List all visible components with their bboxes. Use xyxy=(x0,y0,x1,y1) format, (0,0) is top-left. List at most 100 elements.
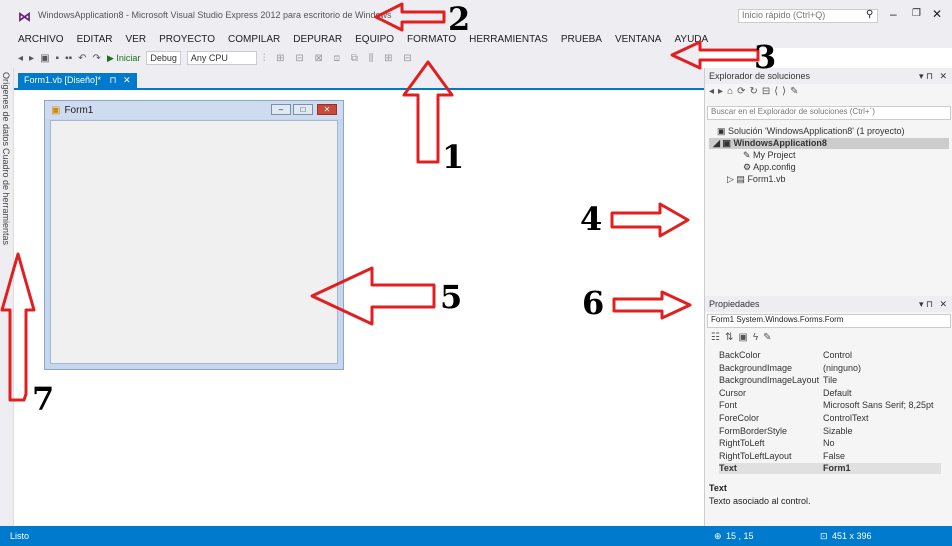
tab-data-sources[interactable]: Orígenes de datos xyxy=(1,72,11,146)
cursor-position: 15 , 15 xyxy=(726,531,754,541)
solution-search-input[interactable]: Buscar en el Explorador de soluciones (C… xyxy=(707,106,951,120)
form-minimize-icon[interactable]: – xyxy=(271,104,291,115)
property-value[interactable]: Default xyxy=(823,388,852,398)
search-icon[interactable]: ⚲ xyxy=(866,9,873,20)
form-maximize-icon[interactable]: □ xyxy=(293,104,313,115)
property-name: RightToLeftLayout xyxy=(719,450,792,461)
menu-depurar[interactable]: DEPURAR xyxy=(293,34,342,45)
view-code-icon[interactable]: ⟨⟩ xyxy=(774,86,790,97)
sync-icon[interactable]: ⟳ xyxy=(737,86,749,97)
platform-dropdown[interactable]: Any CPU xyxy=(186,51,257,65)
maximize-button[interactable]: ❐ xyxy=(912,8,921,19)
property-row[interactable]: ForeColor ControlText xyxy=(719,413,941,424)
menu-proyecto[interactable]: PROYECTO xyxy=(159,34,215,45)
property-row[interactable]: BackgroundImage (ninguno) xyxy=(719,363,941,374)
undo-icon[interactable]: ↶ xyxy=(78,53,86,64)
property-row[interactable]: Cursor Default xyxy=(719,388,941,399)
pin-icon[interactable]: ⊓ xyxy=(110,75,117,85)
my-project-node[interactable]: ✎ My Project xyxy=(743,150,796,161)
collapse-icon[interactable]: ⊟ xyxy=(762,86,774,97)
solution-explorer-toolbar: ◂▸⌂⟳↻⊟⟨⟩✎ xyxy=(709,86,802,97)
property-row[interactable]: BackgroundImageLayout Tile xyxy=(719,375,941,386)
menu-ayuda[interactable]: AYUDA xyxy=(674,34,708,45)
property-row[interactable]: BackColor Control xyxy=(719,350,941,361)
property-value[interactable]: Control xyxy=(823,350,852,360)
property-value[interactable]: (ninguno) xyxy=(823,363,861,373)
pin-icon[interactable]: ▾ ⊓ xyxy=(919,299,933,310)
form1-label: Form1.vb xyxy=(747,174,786,184)
project-node[interactable]: ◢ ▣ WindowsApplication8 xyxy=(709,138,949,149)
property-value[interactable]: Tile xyxy=(823,375,837,385)
config-dropdown[interactable]: Debug xyxy=(146,51,181,65)
menu-ver[interactable]: VER xyxy=(126,34,147,45)
solution-node[interactable]: ▣ Solución 'WindowsApplication8' (1 proy… xyxy=(717,126,905,137)
close-button[interactable]: ✕ xyxy=(932,7,942,21)
app-config-node[interactable]: ⚙ App.config xyxy=(743,162,796,173)
menu-archivo[interactable]: ARCHIVO xyxy=(18,34,64,45)
refresh-icon[interactable]: ↻ xyxy=(750,86,762,97)
property-value[interactable]: Form1 xyxy=(823,463,851,473)
alphabetical-icon[interactable]: ⇅ xyxy=(725,332,738,343)
close-icon[interactable]: ✕ xyxy=(939,299,947,310)
property-row[interactable]: Font Microsoft Sans Serif; 8,25pt xyxy=(719,400,941,411)
form-icon: ▣ xyxy=(51,104,61,116)
close-tab-icon[interactable]: ✕ xyxy=(123,75,131,85)
form-close-icon[interactable]: ✕ xyxy=(317,104,337,115)
prop-description-title: Text xyxy=(709,483,727,493)
categorized-icon[interactable]: ☷ xyxy=(711,332,725,343)
property-value[interactable]: Microsoft Sans Serif; 8,25pt xyxy=(823,400,934,410)
menu-ventana[interactable]: VENTANA xyxy=(615,34,662,45)
property-value[interactable]: ControlText xyxy=(823,413,869,423)
tab-form1-design[interactable]: Form1.vb [Diseño]* ⊓ ✕ xyxy=(18,73,137,90)
form1-node[interactable]: ▷ ▤ Form1.vb xyxy=(727,174,785,185)
left-tab-strip: Orígenes de datos Cuadro de herramientas xyxy=(0,68,14,546)
forward-icon[interactable]: ▸ xyxy=(718,86,727,97)
property-row[interactable]: RightToLeft No xyxy=(719,438,941,449)
property-row[interactable]: Text Form1 xyxy=(719,463,941,475)
start-button[interactable]: ▶ Iniciar xyxy=(107,53,140,64)
status-bar: Listo ⊕ 15 , 15 ⊡ 451 x 396 xyxy=(0,526,952,546)
property-pages-icon[interactable]: ✎ xyxy=(763,332,776,343)
form-size: 451 x 396 xyxy=(832,531,872,541)
close-icon[interactable]: ✕ xyxy=(939,71,947,82)
layout-icons[interactable]: ⫶ ⊞ ⊟ ⊠ ⊡ ⧉ ⫼ ⊞ ⊟ xyxy=(263,53,416,64)
back-icon[interactable]: ◂ xyxy=(709,86,718,97)
property-name: Font xyxy=(719,400,738,411)
events-icon[interactable]: ϟ xyxy=(753,332,763,343)
menu-compilar[interactable]: COMPILAR xyxy=(228,34,280,45)
properties-title: Propiedades xyxy=(709,299,760,309)
menu-prueba[interactable]: PRUEBA xyxy=(561,34,602,45)
minimize-button[interactable]: – xyxy=(890,7,897,21)
annotation-2: 2 xyxy=(448,0,471,38)
menu-editar[interactable]: EDITAR xyxy=(77,34,113,45)
new-project-icon[interactable]: ▣ xyxy=(40,53,49,64)
solution-label: Solución 'WindowsApplication8' (1 proyec… xyxy=(728,126,905,136)
forward-icon[interactable]: ▸ xyxy=(29,53,34,64)
annotation-6: 6 xyxy=(582,284,605,322)
quick-launch-input[interactable]: Inicio rápido (Ctrl+Q) xyxy=(738,9,878,23)
app-config-label: App.config xyxy=(753,162,796,172)
pin-icon[interactable]: ▾ ⊓ xyxy=(919,71,933,82)
annotation-5: 5 xyxy=(440,278,463,316)
form1-client-area[interactable] xyxy=(50,120,338,364)
save-icon[interactable]: ▪ xyxy=(56,53,60,64)
property-row[interactable]: RightToLeftLayout False xyxy=(719,451,941,462)
menu-herramientas[interactable]: HERRAMIENTAS xyxy=(469,34,548,45)
properties-toolbar: ☷⇅▣ϟ✎ xyxy=(711,332,777,343)
properties-icon[interactable]: ▣ xyxy=(738,332,752,343)
tab-toolbox[interactable]: Cuadro de herramientas xyxy=(1,148,11,245)
right-panel: Explorador de soluciones ▾ ⊓ ✕ ◂▸⌂⟳↻⊟⟨⟩✎… xyxy=(704,68,952,526)
properties-object-selector[interactable]: Form1 System.Windows.Forms.Form xyxy=(707,314,951,328)
properties-icon[interactable]: ✎ xyxy=(790,86,802,97)
property-value[interactable]: False xyxy=(823,451,845,461)
form1-window[interactable]: ▣ Form1 – □ ✕ xyxy=(44,100,344,370)
property-row[interactable]: FormBorderStyle Sizable xyxy=(719,426,941,437)
menu-equipo[interactable]: EQUIPO xyxy=(355,34,394,45)
home-icon[interactable]: ⌂ xyxy=(727,86,737,97)
save-all-icon[interactable]: ▪▪ xyxy=(65,53,72,64)
back-icon[interactable]: ◂ xyxy=(18,53,23,64)
property-value[interactable]: Sizable xyxy=(823,426,853,436)
property-value[interactable]: No xyxy=(823,438,835,448)
solution-explorer-header: Explorador de soluciones ▾ ⊓ ✕ xyxy=(705,68,952,84)
redo-icon[interactable]: ↷ xyxy=(93,53,101,64)
